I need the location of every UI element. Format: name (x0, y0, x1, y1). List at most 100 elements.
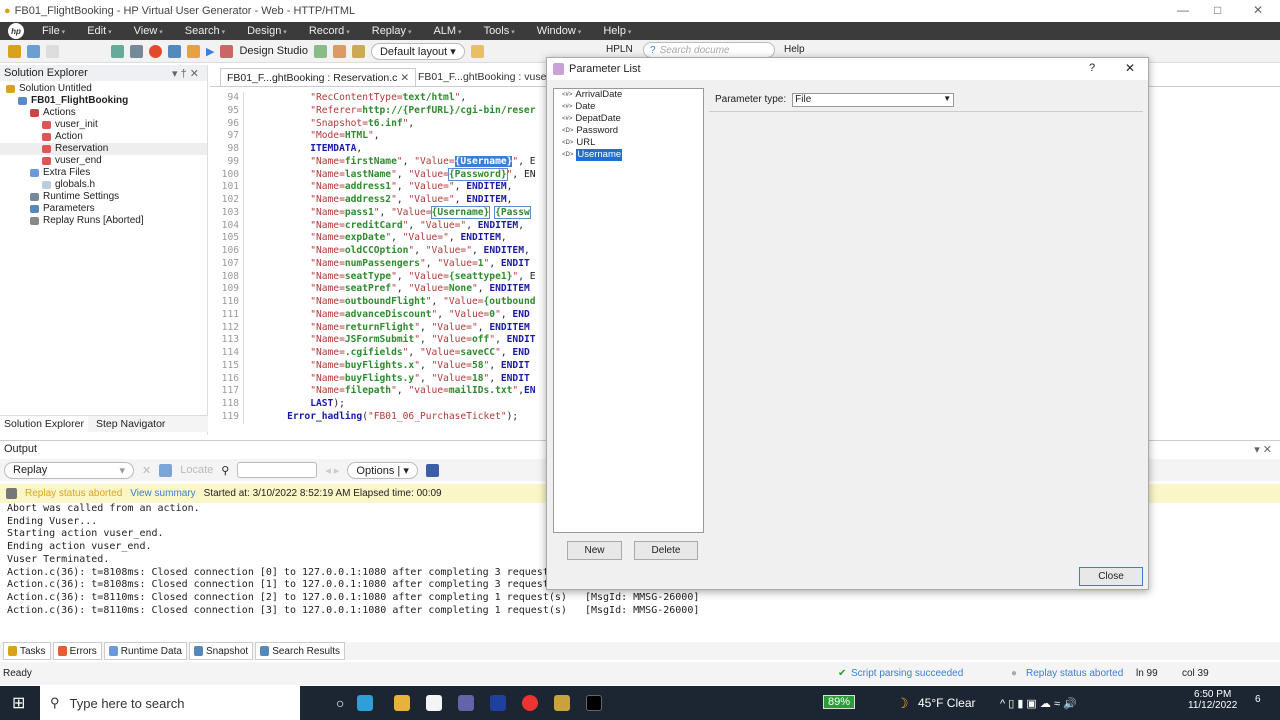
menu-search[interactable]: Search (185, 25, 225, 37)
code-line[interactable]: 95 "Referer=http://{PerfURL}/cgi-bin/res… (210, 104, 536, 118)
code-line[interactable]: 99 "Name=firstName", "Value={Username}",… (210, 155, 536, 169)
teams-icon[interactable] (458, 695, 475, 711)
compile-icon[interactable] (111, 44, 124, 58)
dialog-help-button[interactable]: ? (1089, 62, 1095, 74)
code-line[interactable]: 119 Error_hadling("FB01_06_PurchaseTicke… (210, 410, 536, 424)
code-line[interactable]: 97 "Mode=HTML", (210, 130, 536, 143)
code-line[interactable]: 94 "RecContentType=text/html", (210, 92, 536, 105)
menu-edit[interactable]: Edit (87, 25, 111, 37)
notifications-badge[interactable]: 6 (1255, 694, 1261, 705)
tree-item[interactable]: Extra Files (0, 167, 207, 179)
wrap-icon[interactable] (159, 463, 173, 477)
parameter-tree[interactable]: <#> ArrivalDate <#> Date <#> DepatDate <D> Pass… (553, 88, 704, 533)
solution-icon[interactable] (8, 44, 21, 58)
tab-reservation[interactable]: FB01_F...ghtBooking : Reservation.c ✕ (220, 68, 417, 86)
snapshot-icon[interactable] (332, 44, 346, 58)
tree-item[interactable]: Actions (0, 107, 207, 119)
view-summary-link[interactable]: View summary (130, 488, 195, 499)
cortana-icon[interactable]: ○ (336, 695, 344, 711)
parameter-item[interactable]: <#> ArrivalDate (554, 89, 703, 101)
tree-item[interactable]: Action (0, 131, 207, 143)
maximize-button[interactable]: □ (1214, 3, 1221, 17)
hpln-button[interactable]: HPLN (606, 44, 633, 55)
panel-tab[interactable]: Solution Explorer (0, 416, 88, 432)
panel-tab[interactable]: Step Navigator (92, 416, 169, 432)
code-line[interactable]: 109 "Name=seatPref", "Value=None", ENDIT… (210, 283, 536, 296)
clear-icon[interactable]: ✕ (142, 464, 151, 477)
webex-icon[interactable] (490, 695, 507, 711)
help-button[interactable]: Help (784, 44, 805, 55)
menu-alm[interactable]: ALM (433, 25, 461, 37)
record-options-icon[interactable] (130, 44, 143, 58)
bottom-tab-snapshot[interactable]: Snapshot (188, 642, 254, 660)
tree-item[interactable]: vuser_init (0, 119, 207, 131)
battery-indicator[interactable]: 89% (823, 695, 856, 709)
menu-record[interactable]: Record (309, 25, 350, 37)
parameter-item[interactable]: <D> Password (554, 125, 703, 137)
play-icon[interactable]: ▶ (206, 45, 214, 58)
runtime-settings-icon[interactable] (168, 44, 181, 58)
code-line[interactable]: 110 "Name=outboundFlight", "Value={outbo… (210, 296, 536, 309)
code-line[interactable]: 98 ITEMDATA, (210, 143, 536, 156)
recorder-icon[interactable] (522, 695, 539, 711)
code-line[interactable]: 101 "Name=address1", "Value=", ENDITEM, (210, 181, 536, 194)
clock[interactable]: 6:50 PM 11/12/2022 (1188, 689, 1237, 711)
tree-item[interactable]: Reservation (0, 143, 207, 155)
menu-design[interactable]: Design (247, 25, 287, 37)
code-line[interactable]: 100 "Name=lastName", "Value={Password}",… (210, 167, 536, 182)
highlight-icon[interactable] (470, 44, 484, 58)
tree-item[interactable]: FB01_FlightBooking (0, 95, 207, 107)
bottom-tab-runtime-data[interactable]: Runtime Data (103, 642, 187, 660)
code-lines[interactable]: 94 "RecContentType=text/html", 95 "Refere… (210, 92, 536, 424)
design-studio-button[interactable]: Design Studio (239, 45, 308, 57)
file-explorer-icon[interactable] (394, 695, 411, 711)
menu-window[interactable]: Window (537, 25, 582, 37)
tree-item[interactable]: vuser_end (0, 155, 207, 167)
parameter-item[interactable]: <#> Date (554, 101, 703, 113)
code-line[interactable]: 105 "Name=expDate", "Value=", ENDITEM, (210, 232, 536, 245)
close-button[interactable]: Close (1079, 567, 1143, 586)
output-search-input[interactable] (237, 462, 318, 478)
weather[interactable]: 45°F Clear (918, 696, 976, 710)
delete-button[interactable]: Delete (634, 541, 698, 560)
new-button[interactable]: New (567, 541, 622, 560)
options-button[interactable]: Options | ▾ (347, 461, 418, 479)
code-line[interactable]: 116 "Name=buyFlights.y", "Value=18", END… (210, 372, 536, 386)
parameter-item[interactable]: <D> Username (554, 149, 703, 161)
tab-vuser[interactable]: FB01_F...ghtBooking : vuser_ (412, 68, 562, 86)
search-icon[interactable]: ⚲ (221, 464, 229, 477)
code-line[interactable]: 106 "Name=oldCCOption", "Value=", ENDITE… (210, 245, 536, 258)
terminal-icon[interactable] (586, 695, 603, 711)
edge-icon[interactable] (357, 695, 374, 711)
save-output-icon[interactable] (425, 463, 439, 477)
code-line[interactable]: 103 "Name=pass1", "Value={Username} {Pas… (210, 205, 536, 220)
record-icon[interactable] (149, 44, 162, 58)
close-window-button[interactable]: ✕ (1253, 3, 1263, 17)
tree-item[interactable]: Runtime Settings (0, 191, 207, 203)
new-script-icon[interactable] (27, 44, 40, 58)
dialog-close-icon[interactable]: ✕ (1125, 61, 1135, 75)
tree-item[interactable]: Solution Untitled (0, 83, 207, 95)
menu-replay[interactable]: Replay (372, 25, 412, 37)
bottom-tab-errors[interactable]: Errors (52, 642, 102, 660)
menu-tools[interactable]: Tools (484, 25, 515, 37)
code-line[interactable]: 108 "Name=seatType", "Value={seattype1}"… (210, 270, 536, 284)
bottom-tab-tasks[interactable]: Tasks (3, 642, 51, 660)
layout-dropdown[interactable]: Default layout ▾ (370, 42, 465, 60)
windows-start-icon[interactable]: ⊞ (12, 693, 25, 713)
locate-button[interactable]: Locate (180, 464, 213, 476)
tray-icons[interactable]: ^ ▯ ▮ ▣ ☁ ≈ 🔊 (1000, 697, 1077, 710)
code-line[interactable]: 107 "Name=numPassengers", "Value=1", END… (210, 257, 536, 271)
tree-item[interactable]: globals.h (0, 179, 207, 191)
checkpoint-icon[interactable] (351, 44, 365, 58)
steps-icon[interactable] (313, 44, 327, 58)
code-line[interactable]: 111 "Name=advanceDiscount", "Value=0", E… (210, 308, 536, 322)
code-line[interactable]: 102 "Name=address2", "Value=", ENDITEM, (210, 194, 536, 207)
store-icon[interactable] (426, 695, 443, 711)
parameter-item[interactable]: <#> DepatDate (554, 113, 703, 125)
parameter-item[interactable]: <D> URL (554, 137, 703, 149)
output-source-dropdown[interactable]: Replay ▾ (4, 461, 134, 479)
tree-item[interactable]: Parameters (0, 203, 207, 215)
code-line[interactable]: 104 "Name=creditCard", "Value=", ENDITEM… (210, 219, 536, 233)
save-icon[interactable] (46, 44, 59, 58)
